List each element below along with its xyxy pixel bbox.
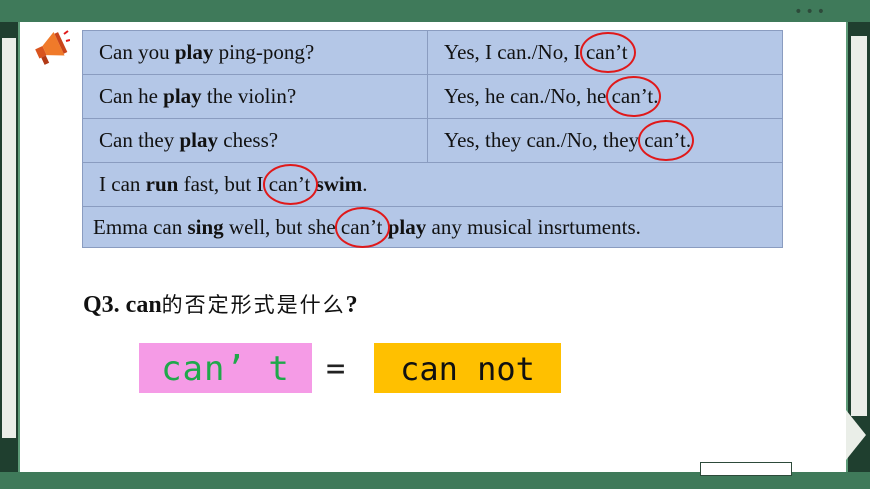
table-row: Can you play ping-pong? Yes, I can./No, …	[82, 30, 783, 75]
question-cell: Can they play chess?	[82, 118, 428, 163]
highlighted-cant: can’t	[638, 120, 694, 161]
question-cell: Can he play the violin?	[82, 74, 428, 119]
highlighted-cant: can’t	[334, 206, 391, 248]
right-frame-panel	[851, 36, 867, 416]
expanded-form-box: can not	[374, 343, 561, 393]
answer-cell: Yes, he can./No, he can’t.	[427, 74, 783, 119]
equals-sign: =	[326, 349, 346, 387]
qa-table: Can you play ping-pong? Yes, I can./No, …	[82, 30, 783, 248]
expanded-form-text: can not	[400, 350, 535, 388]
left-frame-panel	[2, 38, 16, 438]
bottom-tab	[700, 462, 792, 476]
table-row: Can he play the violin? Yes, he can./No,…	[82, 74, 783, 119]
highlighted-cant: can’t	[262, 164, 318, 205]
top-stripe	[0, 0, 870, 22]
table-row: Can they play chess? Yes, they can./No, …	[82, 118, 783, 163]
contraction-box: can’ t	[139, 343, 312, 393]
question-heading: Q3. can的否定形式是什么?	[83, 292, 358, 318]
contraction-text: can’ t	[161, 349, 290, 389]
answer-cell: Yes, I can./No, I can’t	[427, 30, 783, 75]
dots-decoration: •••	[794, 4, 828, 20]
highlighted-cant: can’t	[605, 76, 661, 117]
megaphone-icon	[35, 30, 70, 65]
table-row: I can run fast, but I can’t swim.	[82, 162, 783, 207]
answer-cell: Yes, they can./No, they can’t.	[427, 118, 783, 163]
sentence-cell: I can run fast, but I can’t swim.	[82, 162, 783, 207]
table-row: Emma can sing well, but she can’t play a…	[82, 206, 783, 248]
question-cell: Can you play ping-pong?	[82, 30, 428, 75]
page-curl-decoration	[846, 410, 866, 460]
sentence-cell: Emma can sing well, but she can’t play a…	[82, 206, 783, 248]
highlighted-cant: can’t	[579, 32, 636, 73]
